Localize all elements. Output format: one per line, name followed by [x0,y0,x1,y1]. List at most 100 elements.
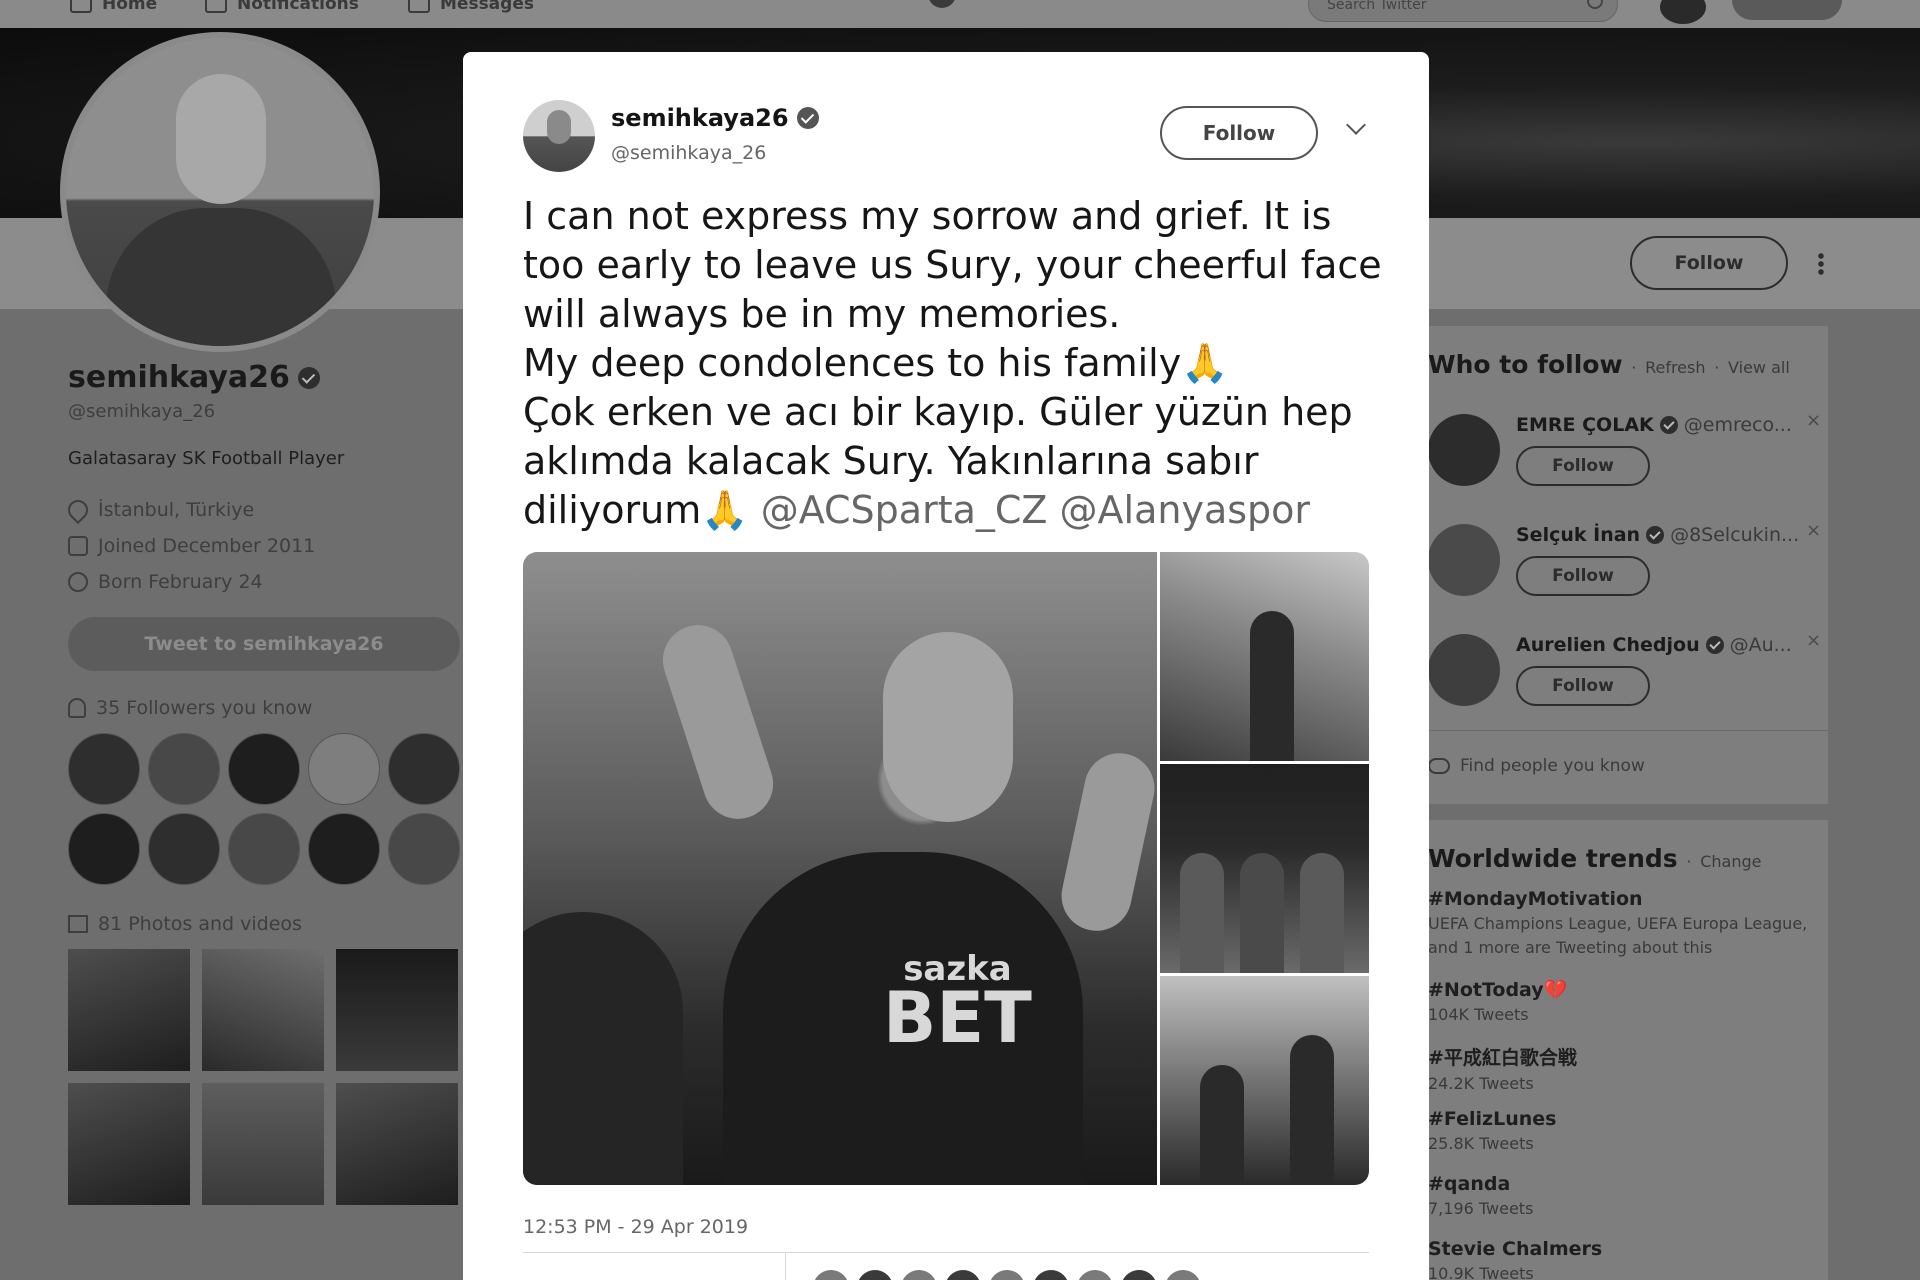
avatar-face [176,74,266,204]
photo-thumbnail[interactable] [336,949,458,1071]
change-trends-link[interactable]: Change [1700,852,1761,871]
suggestion-follow-button[interactable]: Follow [1516,446,1650,486]
trends-title: Worldwide trends [1428,844,1678,873]
followers-you-know[interactable]: 35 Followers you know [68,697,468,719]
photos-and-videos-link[interactable]: 81 Photos and videos [68,913,468,935]
dismiss-icon[interactable]: × [1806,630,1821,651]
mention-link[interactable]: @ACSparta_CZ [761,488,1048,532]
profile-bio: Galatasaray SK Football Player [68,448,345,469]
search-input[interactable]: Search Twitter [1308,0,1618,22]
tweet-author-name[interactable]: semihkaya26 [611,104,819,132]
photo-thumbnail[interactable] [336,1083,458,1205]
suggestion-avatar[interactable] [1428,634,1500,706]
more-options-icon[interactable] [1818,252,1824,276]
view-all-link[interactable]: View all [1728,358,1790,377]
liker-avatar[interactable] [1077,1270,1113,1280]
trend-item[interactable]: #qanda 7,196 Tweets [1428,1173,1828,1221]
account-avatar[interactable] [1660,0,1706,24]
trend-item[interactable]: Stevie Chalmers 10.9K Tweets [1428,1238,1828,1280]
liker-avatar[interactable] [901,1270,937,1280]
trend-name: Stevie Chalmers [1428,1238,1603,1260]
mention-link[interactable]: @Alanyaspor [1060,488,1311,532]
nav-messages[interactable]: Messages [408,0,534,14]
profile-handle[interactable]: @semihkaya_26 [68,401,468,422]
tweet-photo-main[interactable]: sazka BET [523,552,1161,1185]
photo-figure [1300,853,1344,973]
suggestion-name-text: Selçuk İnan [1516,524,1641,546]
twitter-bird-icon[interactable] [928,0,956,8]
tweet-follow-button[interactable]: Follow [1160,106,1318,160]
verified-badge-icon [297,366,320,389]
search-icon[interactable] [1587,0,1603,9]
follower-avatar[interactable] [308,733,380,805]
find-people-link[interactable]: Find people you know [1428,756,1645,776]
trend-name: #NotToday💔 [1428,979,1568,1001]
who-to-follow-heading: Who to follow · Refresh · View all [1428,350,1790,379]
follower-avatar[interactable] [388,733,460,805]
trend-count: 7,196 Tweets [1428,1199,1534,1218]
divider [1428,730,1828,731]
liker-avatar[interactable] [1121,1270,1157,1280]
nav-home-label: Home [102,0,158,14]
tweet-author-name-text: semihkaya26 [611,104,789,132]
liker-avatar[interactable] [1165,1270,1201,1280]
suggestion-name[interactable]: Selçuk İnan @8Selcukin... [1516,524,1799,546]
image-icon [68,915,88,933]
suggestion-avatar[interactable] [1428,414,1500,486]
photo-figure [1180,853,1224,973]
trend-name: #qanda [1428,1173,1511,1195]
verified-badge-icon [1646,526,1665,544]
suggestion-name[interactable]: EMRE ÇOLAK @emreco... [1516,414,1792,436]
liker-avatar[interactable] [813,1270,849,1280]
photo-thumbnail[interactable] [68,1083,190,1205]
chevron-down-icon[interactable] [1346,115,1366,135]
tweet-timestamp[interactable]: 12:53 PM - 29 Apr 2019 [523,1216,748,1238]
trend-item[interactable]: #FelizLunes 25.8K Tweets [1428,1108,1828,1156]
follower-avatar[interactable] [228,733,300,805]
suggestion-name[interactable]: Aurelien Chedjou @Au... [1516,634,1792,656]
refresh-link[interactable]: Refresh [1645,358,1705,377]
tweet-modal: semihkaya26 @semihkaya_26 Follow I can n… [463,52,1429,1280]
liker-avatar[interactable] [989,1270,1025,1280]
trend-item[interactable]: #NotToday💔 104K Tweets [1428,978,1828,1027]
tweet-to-button[interactable]: Tweet to semihkaya26 [68,617,460,671]
compose-tweet-button[interactable] [1732,0,1842,20]
photo-thumbnail[interactable] [202,949,324,1071]
dismiss-icon[interactable]: × [1806,520,1821,541]
follower-avatar[interactable] [228,813,300,885]
tweet-author-handle[interactable]: @semihkaya_26 [611,142,766,164]
profile-birthday-text: Born February 24 [98,571,263,593]
follower-avatar[interactable] [148,733,220,805]
suggestion-follow-button[interactable]: Follow [1516,666,1650,706]
nav-notifications[interactable]: Notifications [205,0,359,14]
liker-avatar[interactable] [945,1270,981,1280]
tweet-photo-thumbnail[interactable] [1160,764,1369,973]
separator-dot: · [1714,358,1720,377]
follower-avatar[interactable] [148,813,220,885]
trend-item[interactable]: #平成紅白歌合戦 24.2K Tweets [1428,1043,1828,1096]
follower-avatar[interactable] [388,813,460,885]
tweet-photo-thumbnail[interactable] [1160,552,1369,761]
follower-avatar[interactable] [68,733,140,805]
suggestion-item: EMRE ÇOLAK @emreco... Follow × [1428,406,1828,496]
tweet-photo-thumbnail[interactable] [1160,976,1369,1185]
tweet-author-avatar[interactable] [523,100,595,172]
suggestion-follow-button[interactable]: Follow [1516,556,1650,596]
nav-home[interactable]: Home [70,0,157,14]
search-placeholder: Search Twitter [1327,0,1427,13]
suggestion-handle: @emreco... [1683,414,1792,436]
liker-avatar[interactable] [857,1270,893,1280]
profile-avatar[interactable] [60,32,380,352]
find-people-text: Find people you know [1460,756,1645,776]
dismiss-icon[interactable]: × [1806,410,1821,431]
follower-avatar[interactable] [308,813,380,885]
photo-thumbnail[interactable] [68,949,190,1071]
follower-avatar[interactable] [68,813,140,885]
suggestion-avatar[interactable] [1428,524,1500,596]
trend-context: UEFA Champions League, UEFA Europa Leagu… [1428,914,1808,957]
photo-figure [653,616,783,828]
liker-avatar[interactable] [1033,1270,1069,1280]
photo-thumbnail[interactable] [202,1083,324,1205]
profile-follow-button[interactable]: Follow [1630,236,1788,290]
trend-item[interactable]: #MondayMotivation UEFA Champions League,… [1428,888,1828,960]
